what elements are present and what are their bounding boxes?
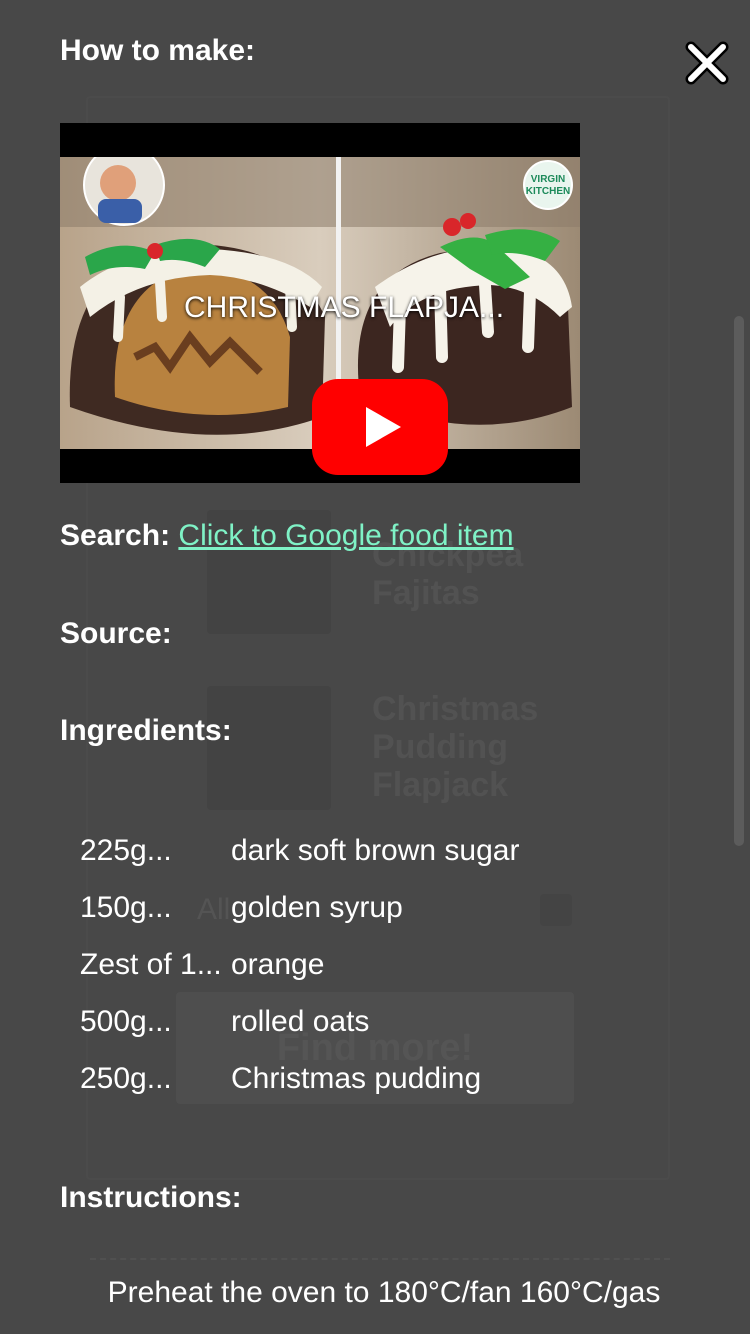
ingredient-quantity: 225g...: [80, 833, 172, 867]
channel-badge-line: VIRGIN: [531, 174, 565, 185]
play-icon: [312, 379, 448, 475]
video-title[interactable]: CHRISTMAS FLAPJA...: [184, 291, 504, 325]
ingredient-row: 225g... dark soft brown sugar: [80, 822, 680, 879]
background-footer: [90, 1258, 670, 1270]
ingredient-name: orange: [231, 947, 325, 981]
instruction-step: Preheat the oven to 180°C/fan 160°C/gas: [107, 1276, 661, 1309]
ingredient-name: dark soft brown sugar: [231, 833, 520, 867]
ingredients-heading: Ingredients:: [60, 714, 232, 747]
background-item-title: Christmas Pudding Flapjack: [372, 690, 539, 804]
ingredient-name: rolled oats: [231, 1004, 370, 1038]
ingredient-quantity: 250g...: [80, 1061, 172, 1095]
search-label: Search:: [60, 519, 171, 552]
ingredient-quantity: 500g...: [80, 1004, 172, 1038]
close-icon: [685, 41, 729, 85]
play-button[interactable]: [312, 379, 448, 475]
scrollbar[interactable]: [734, 316, 744, 846]
ingredient-row: Zest of 1... orange: [80, 936, 680, 993]
ingredient-quantity: 150g...: [80, 890, 172, 924]
how-to-make-heading: How to make:: [60, 34, 256, 67]
ingredient-quantity: Zest of 1...: [80, 947, 222, 981]
video-player[interactable]: VIRGIN KITCHEN CHRISTMAS FLAPJA...: [60, 123, 580, 483]
source-heading: Source:: [60, 617, 172, 650]
ingredient-name: golden syrup: [231, 890, 403, 924]
ingredients-list: 225g... dark soft brown sugar 150g... go…: [80, 822, 680, 1107]
google-search-link[interactable]: Click to Google food item: [178, 519, 513, 552]
channel-badge-line: KITCHEN: [526, 186, 570, 197]
ingredient-row: 250g... Christmas pudding: [80, 1050, 680, 1107]
background-item-thumbnail: [207, 686, 331, 810]
ingredient-row: 500g... rolled oats: [80, 993, 680, 1050]
ingredient-row: 150g... golden syrup: [80, 879, 680, 936]
close-button[interactable]: [684, 40, 730, 86]
ingredient-name: Christmas pudding: [231, 1061, 482, 1095]
instructions-heading: Instructions:: [60, 1181, 242, 1214]
search-row: Search: Click to Google food item: [60, 519, 514, 553]
